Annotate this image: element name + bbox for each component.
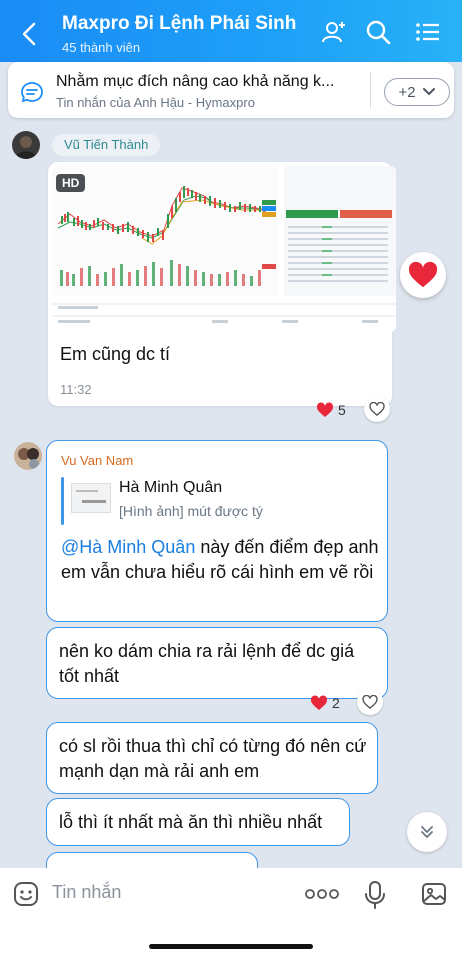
trading-screenshot-image[interactable]: HD — [52, 166, 396, 332]
reaction-count: 2 — [332, 695, 340, 711]
pinned-more-button[interactable]: +2 — [384, 78, 450, 106]
avatar[interactable] — [14, 442, 42, 470]
candlestick-chart — [52, 166, 278, 296]
more-dots-icon[interactable] — [304, 884, 340, 904]
heart-icon — [316, 402, 334, 417]
quote-bar — [61, 477, 64, 525]
pinned-more-label: +2 — [398, 83, 416, 101]
order-panel — [284, 166, 396, 296]
chat-bubble-icon — [20, 80, 44, 104]
add-member-icon[interactable] — [320, 18, 348, 46]
sender-name[interactable]: Vu Van Nam — [61, 453, 133, 468]
quoted-reply[interactable]: Hà Minh Quân [Hình ảnh] mút được tý — [61, 477, 381, 527]
heart-outline-icon — [369, 402, 385, 416]
chat-header: Maxpro Đi Lệnh Phái Sinh 45 thành viên — [0, 0, 462, 62]
chevron-down-icon — [422, 88, 435, 96]
quick-react-heart-button[interactable] — [400, 252, 446, 298]
message-input[interactable]: Tin nhắn — [52, 882, 121, 903]
pinned-title: Nhằm mục đích nâng cao khả năng k... — [56, 73, 335, 90]
image-message[interactable]: HD Em cũng dc tí 11:32 — [48, 162, 396, 406]
reaction-summary[interactable]: 5 — [316, 399, 346, 421]
reaction-count: 5 — [338, 402, 346, 418]
heart-icon — [310, 695, 328, 710]
message-bubble[interactable]: Vu Van Nam Hà Minh Quân [Hình ảnh] mút đ… — [46, 440, 388, 622]
message-text: lỗ thì ít nhất mà ăn thì nhiều nhất — [59, 812, 323, 832]
message-text: Em cũng dc tí — [60, 344, 171, 364]
search-icon[interactable] — [364, 18, 392, 46]
divider — [370, 72, 371, 108]
pinned-subtitle: Tin nhắn của Anh Hậu - Hymaxpro — [56, 95, 255, 110]
sticker-icon[interactable] — [12, 880, 40, 908]
quote-thumbnail — [71, 483, 111, 513]
like-button[interactable] — [357, 689, 383, 715]
message-text: @Hà Minh Quân này đến điểm đẹp anh em vẫ… — [61, 535, 379, 585]
image-icon[interactable] — [420, 880, 448, 908]
pinned-message[interactable]: Nhằm mục đích nâng cao khả năng k... Tin… — [8, 62, 454, 118]
like-button[interactable] — [364, 396, 390, 422]
quote-text: [Hình ảnh] mút được tý — [119, 503, 263, 519]
message-bubble[interactable]: lỗ thì ít nhất mà ăn thì nhiều nhất — [46, 798, 350, 846]
member-count: 45 thành viên — [62, 40, 141, 55]
message-time: 11:32 — [60, 382, 92, 397]
mention-link[interactable]: @Hà Minh Quân — [61, 537, 195, 557]
scroll-to-bottom-button[interactable] — [407, 812, 447, 852]
message-bubble[interactable]: có sl rồi thua thì chỉ có từng đó nên cứ… — [46, 722, 378, 794]
menu-list-icon[interactable] — [414, 18, 442, 46]
back-arrow-icon[interactable] — [18, 20, 42, 48]
heart-icon — [408, 261, 438, 288]
microphone-icon[interactable] — [364, 880, 386, 910]
double-chevron-down-icon — [421, 826, 433, 838]
avatar[interactable] — [12, 131, 40, 159]
home-indicator — [149, 944, 313, 949]
hd-badge: HD — [56, 174, 86, 192]
message-text: nên ko dám chia ra rải lệnh để dc giá tố… — [59, 641, 355, 686]
message-text: có sl rồi thua thì chỉ có từng đó nên cứ… — [59, 736, 367, 781]
heart-outline-icon — [362, 695, 378, 709]
quote-author: Hà Minh Quân — [119, 479, 223, 496]
group-title[interactable]: Maxpro Đi Lệnh Phái Sinh — [62, 13, 296, 35]
message-bubble[interactable]: nên ko dám chia ra rải lệnh để dc giá tố… — [46, 627, 388, 699]
sender-name[interactable]: Vũ Tiến Thành — [52, 134, 161, 156]
reaction-summary[interactable]: 2 — [310, 692, 340, 714]
